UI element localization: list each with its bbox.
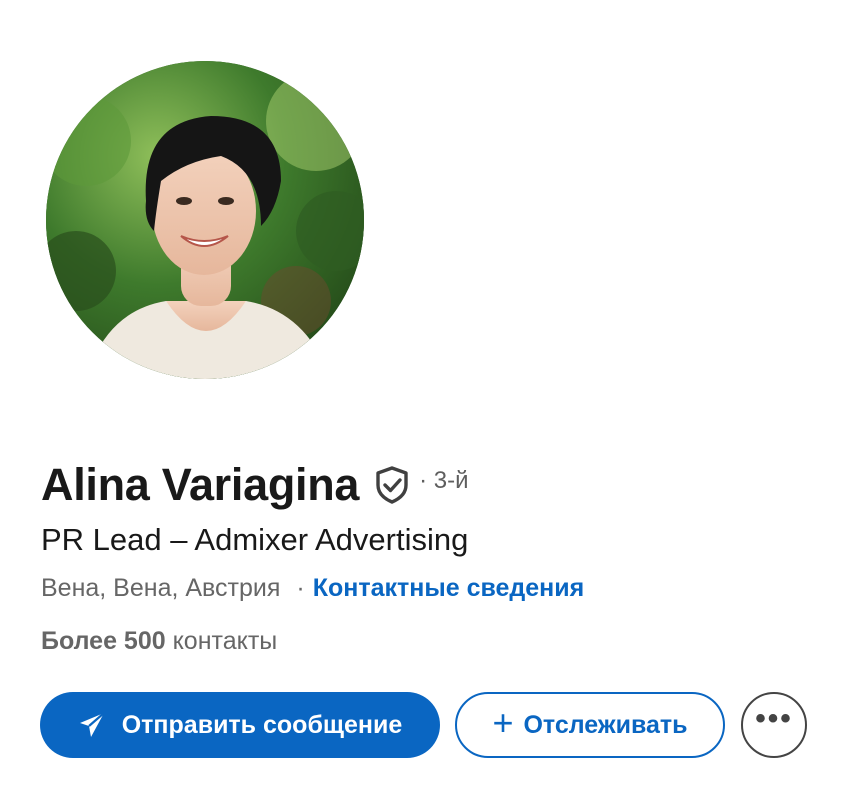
profile-name: Alina Variagina (41, 459, 360, 510)
profile-avatar[interactable] (46, 61, 364, 379)
profile-location: Вена, Вена, Австрия (41, 574, 281, 602)
contact-info-link[interactable]: Контактные сведения (313, 574, 585, 603)
name-row: Alina Variagina · 3-й (41, 457, 469, 513)
separator-dot: · (296, 574, 305, 602)
send-message-button[interactable]: Отправить сообщение (40, 692, 440, 758)
avatar-photo (46, 61, 364, 379)
profile-headline: PR Lead – Admixer Advertising (41, 522, 469, 557)
connections-label: контакты (172, 627, 278, 655)
send-message-label: Отправить сообщение (121, 710, 403, 739)
more-actions-button[interactable]: ••• (741, 692, 807, 758)
follow-label: Отслеживать (523, 710, 688, 739)
connections-count[interactable]: Более 500 контакты (41, 627, 277, 656)
connections-number: Более 500 (41, 627, 166, 655)
follow-button[interactable]: + Отслеживать (455, 692, 725, 758)
more-icon: ••• (755, 702, 793, 735)
verified-shield-icon[interactable] (373, 465, 411, 505)
send-icon (78, 711, 106, 739)
plus-icon: + (492, 702, 514, 743)
location-row: Вена, Вена, Австрия · Контактные сведени… (41, 574, 584, 603)
connection-degree: · 3-й (419, 467, 469, 494)
